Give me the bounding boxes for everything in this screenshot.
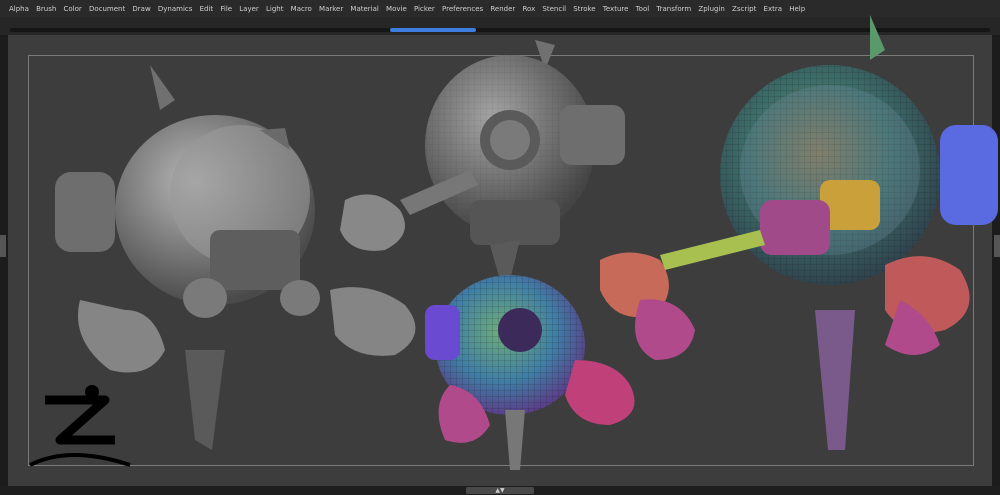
collapse-arrow-icon[interactable]: ▲▼ <box>466 487 534 494</box>
robot-grey-center <box>340 40 625 251</box>
robot-mesh-right <box>600 15 998 450</box>
robot-grey-left <box>55 65 416 450</box>
robot-renders <box>29 15 998 470</box>
zbrush-logo-icon <box>29 385 131 467</box>
